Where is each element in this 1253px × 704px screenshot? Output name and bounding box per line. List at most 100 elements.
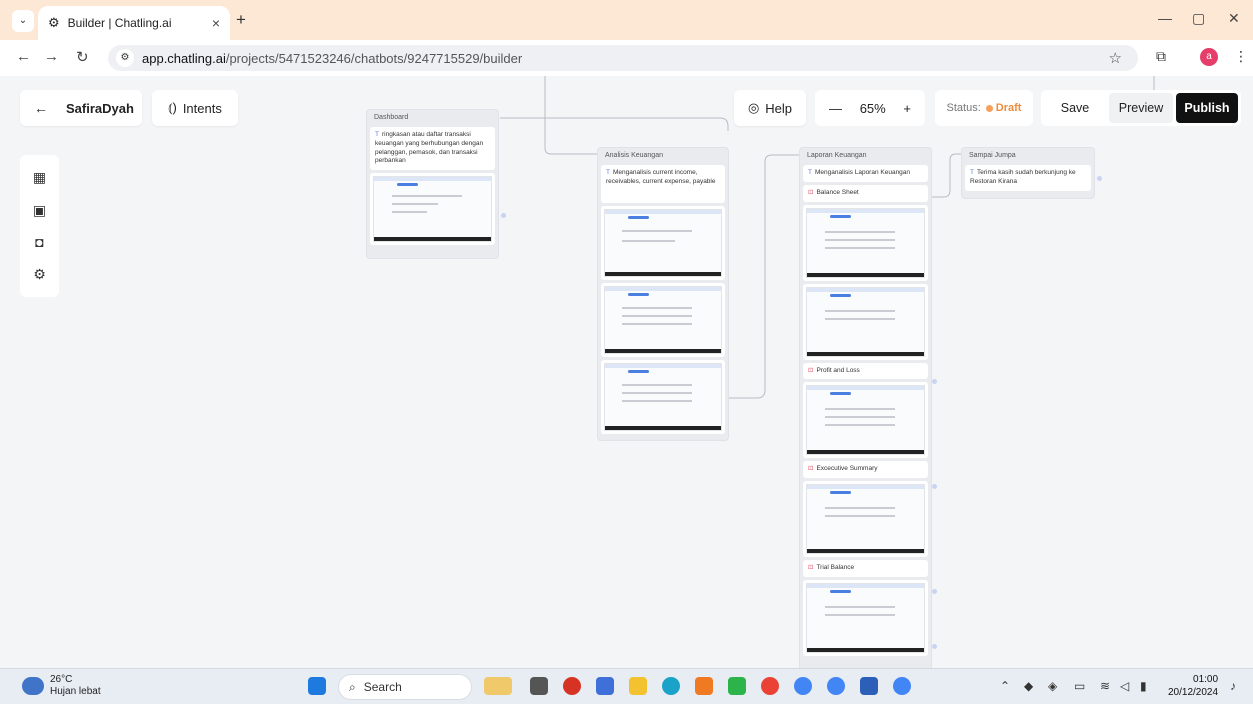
weather-widget[interactable]: 26°C Hujan lebat — [22, 674, 101, 698]
action-buttons: Save Preview Publish — [1041, 90, 1241, 126]
node-image[interactable] — [601, 360, 725, 434]
profile-avatar[interactable]: a — [1200, 48, 1218, 66]
browser-menu-icon[interactable]: ⋮ — [1234, 48, 1248, 65]
new-tab-button[interactable]: + — [236, 10, 246, 30]
screenshot-thumbnail — [806, 582, 925, 653]
preview-button[interactable]: Preview — [1109, 93, 1173, 123]
save-button[interactable]: Save — [1044, 93, 1106, 123]
browser-tab[interactable]: ⚙ Builder | Chatling.ai × — [38, 6, 230, 40]
node-laporan-keuangan[interactable]: Laporan Keuangan T Menganalisis Laporan K… — [799, 147, 932, 668]
back-arrow-icon[interactable]: ← — [34, 100, 48, 116]
windows-start-icon[interactable] — [308, 677, 326, 695]
extensions-icon[interactable]: ⧉ — [1156, 48, 1166, 65]
opera-icon[interactable] — [563, 677, 581, 695]
node-sampai-jumpa[interactable]: Sampai Jumpa T Terima kasih sudah berkunj… — [961, 147, 1095, 199]
output-port[interactable] — [1097, 176, 1102, 181]
forward-icon[interactable]: → — [44, 48, 59, 65]
node-text-card[interactable]: T Menganalisis Laporan Keuangan — [803, 165, 928, 182]
notification-bell-icon[interactable]: ♪ — [1230, 679, 1236, 693]
volume-icon[interactable]: ◁ — [1120, 679, 1129, 693]
document-icon[interactable]: ▣ — [33, 202, 46, 219]
system-clock[interactable]: 01:00 20/12/2024 — [1168, 673, 1218, 699]
minimize-button[interactable]: — — [1158, 10, 1172, 26]
tray-app-icon[interactable]: ◆ — [1024, 679, 1033, 693]
line-icon[interactable] — [728, 677, 746, 695]
node-image[interactable] — [803, 283, 928, 360]
intents-button[interactable]: ⦅) Intents — [152, 90, 238, 126]
node-image[interactable] — [601, 283, 725, 357]
node-text: Menganalisis Laporan Keuangan — [814, 169, 911, 176]
output-port[interactable] — [501, 213, 506, 218]
node-text: Menganalisis current income, receivables… — [606, 169, 716, 185]
quick-reply-button[interactable]: ⊡ Profit and Loss — [803, 362, 928, 380]
url-path: /projects/5471523246/chatbots/9247715529… — [225, 50, 523, 66]
output-port[interactable] — [932, 484, 937, 489]
project-header: ← SafiraDyah — [20, 90, 142, 126]
button-label: Profit and Loss — [816, 366, 860, 374]
reload-icon[interactable]: ↻ — [76, 48, 89, 66]
layout-icon[interactable]: ▦ — [33, 169, 46, 186]
button-type-icon: ⊡ — [808, 188, 814, 196]
quick-reply-button[interactable]: ⊡ Balance Sheet — [803, 184, 928, 202]
chrome-icon[interactable] — [761, 677, 779, 695]
tab-list-chevron-icon[interactable]: ⌄ — [12, 10, 34, 32]
tab-close-icon[interactable]: × — [212, 15, 220, 31]
output-port[interactable] — [932, 379, 937, 384]
button-type-icon: ⊡ — [808, 366, 814, 374]
tray-display-icon[interactable]: ▭ — [1074, 679, 1085, 693]
widgets-icon[interactable] — [484, 677, 512, 695]
close-window-button[interactable]: ✕ — [1228, 10, 1240, 27]
tray-app-icon[interactable]: ◈ — [1048, 679, 1057, 693]
button-type-icon: ⊡ — [808, 564, 814, 572]
builder-canvas[interactable]: ← SafiraDyah ⦅) Intents ▦ ▣ ◘ ⚙ ◎ Help —… — [0, 76, 1253, 668]
task-view-icon[interactable] — [530, 677, 548, 695]
bookmark-star-icon[interactable]: ☆ — [1109, 49, 1122, 67]
node-text-card[interactable]: Tringkasan atau daftar transaksi keuanga… — [370, 127, 495, 171]
site-info-icon[interactable]: ⚙ — [116, 49, 134, 67]
node-image[interactable] — [803, 204, 928, 281]
app-icon[interactable] — [596, 677, 614, 695]
node-dashboard[interactable]: Dashboard Tringkasan atau daftar transak… — [366, 109, 499, 259]
node-image[interactable] — [803, 579, 928, 656]
quick-reply-button[interactable]: ⊡ Excecutive Summary — [803, 461, 928, 479]
node-image[interactable] — [370, 173, 495, 246]
button-label: Excecutive Summary — [816, 465, 878, 473]
help-button[interactable]: ◎ Help — [734, 90, 806, 126]
node-analisis-keuangan[interactable]: Analisis Keuangan T Menganalisis current … — [597, 147, 729, 441]
quick-reply-button[interactable]: ⊡ Trial Balance — [803, 560, 928, 577]
intents-icon: ⦅) — [168, 100, 177, 115]
battery-icon[interactable]: ▮ — [1140, 679, 1147, 693]
zoom-out-button[interactable]: — — [829, 101, 842, 116]
back-icon[interactable]: ← — [16, 48, 31, 65]
maximize-button[interactable]: ▢ — [1192, 10, 1205, 27]
zoom-in-button[interactable]: + — [903, 101, 911, 116]
publish-button[interactable]: Publish — [1176, 93, 1238, 123]
node-image[interactable] — [803, 382, 928, 459]
output-port[interactable] — [932, 589, 937, 594]
tray-chevron-icon[interactable]: ⌃ — [1000, 679, 1010, 693]
node-text-card[interactable]: T Menganalisis current income, receivable… — [601, 165, 725, 203]
node-image[interactable] — [803, 481, 928, 558]
edge-icon[interactable] — [662, 677, 680, 695]
address-bar[interactable]: ⚙ app.chatling.ai/projects/5471523246/ch… — [108, 45, 1138, 71]
zoom-level: 65% — [859, 100, 886, 116]
node-title: Sampai Jumpa — [969, 152, 1016, 159]
button-type-icon: ⊡ — [808, 465, 814, 473]
app-icon[interactable] — [695, 677, 713, 695]
chrome-profile-icon[interactable] — [794, 677, 812, 695]
settings-gear-icon[interactable]: ⚙ — [33, 266, 46, 283]
chrome-profile-icon[interactable] — [827, 677, 845, 695]
chrome-active-icon[interactable] — [893, 677, 911, 695]
wifi-icon[interactable]: ≋ — [1100, 679, 1110, 693]
output-port[interactable] — [932, 644, 937, 649]
clock-date: 20/12/2024 — [1168, 687, 1219, 698]
word-icon[interactable] — [860, 677, 878, 695]
taskbar-search[interactable]: ⌕ Search — [338, 674, 472, 700]
bot-icon[interactable]: ◘ — [35, 234, 43, 250]
help-lifebuoy-icon: ◎ — [747, 100, 760, 115]
file-explorer-icon[interactable] — [629, 677, 647, 695]
node-image[interactable] — [601, 206, 725, 280]
status-badge: Status: Draft — [935, 90, 1033, 126]
url-domain: app.chatling.ai — [142, 50, 226, 66]
node-text-card[interactable]: T Terima kasih sudah berkunjung ke Restor… — [965, 165, 1091, 191]
